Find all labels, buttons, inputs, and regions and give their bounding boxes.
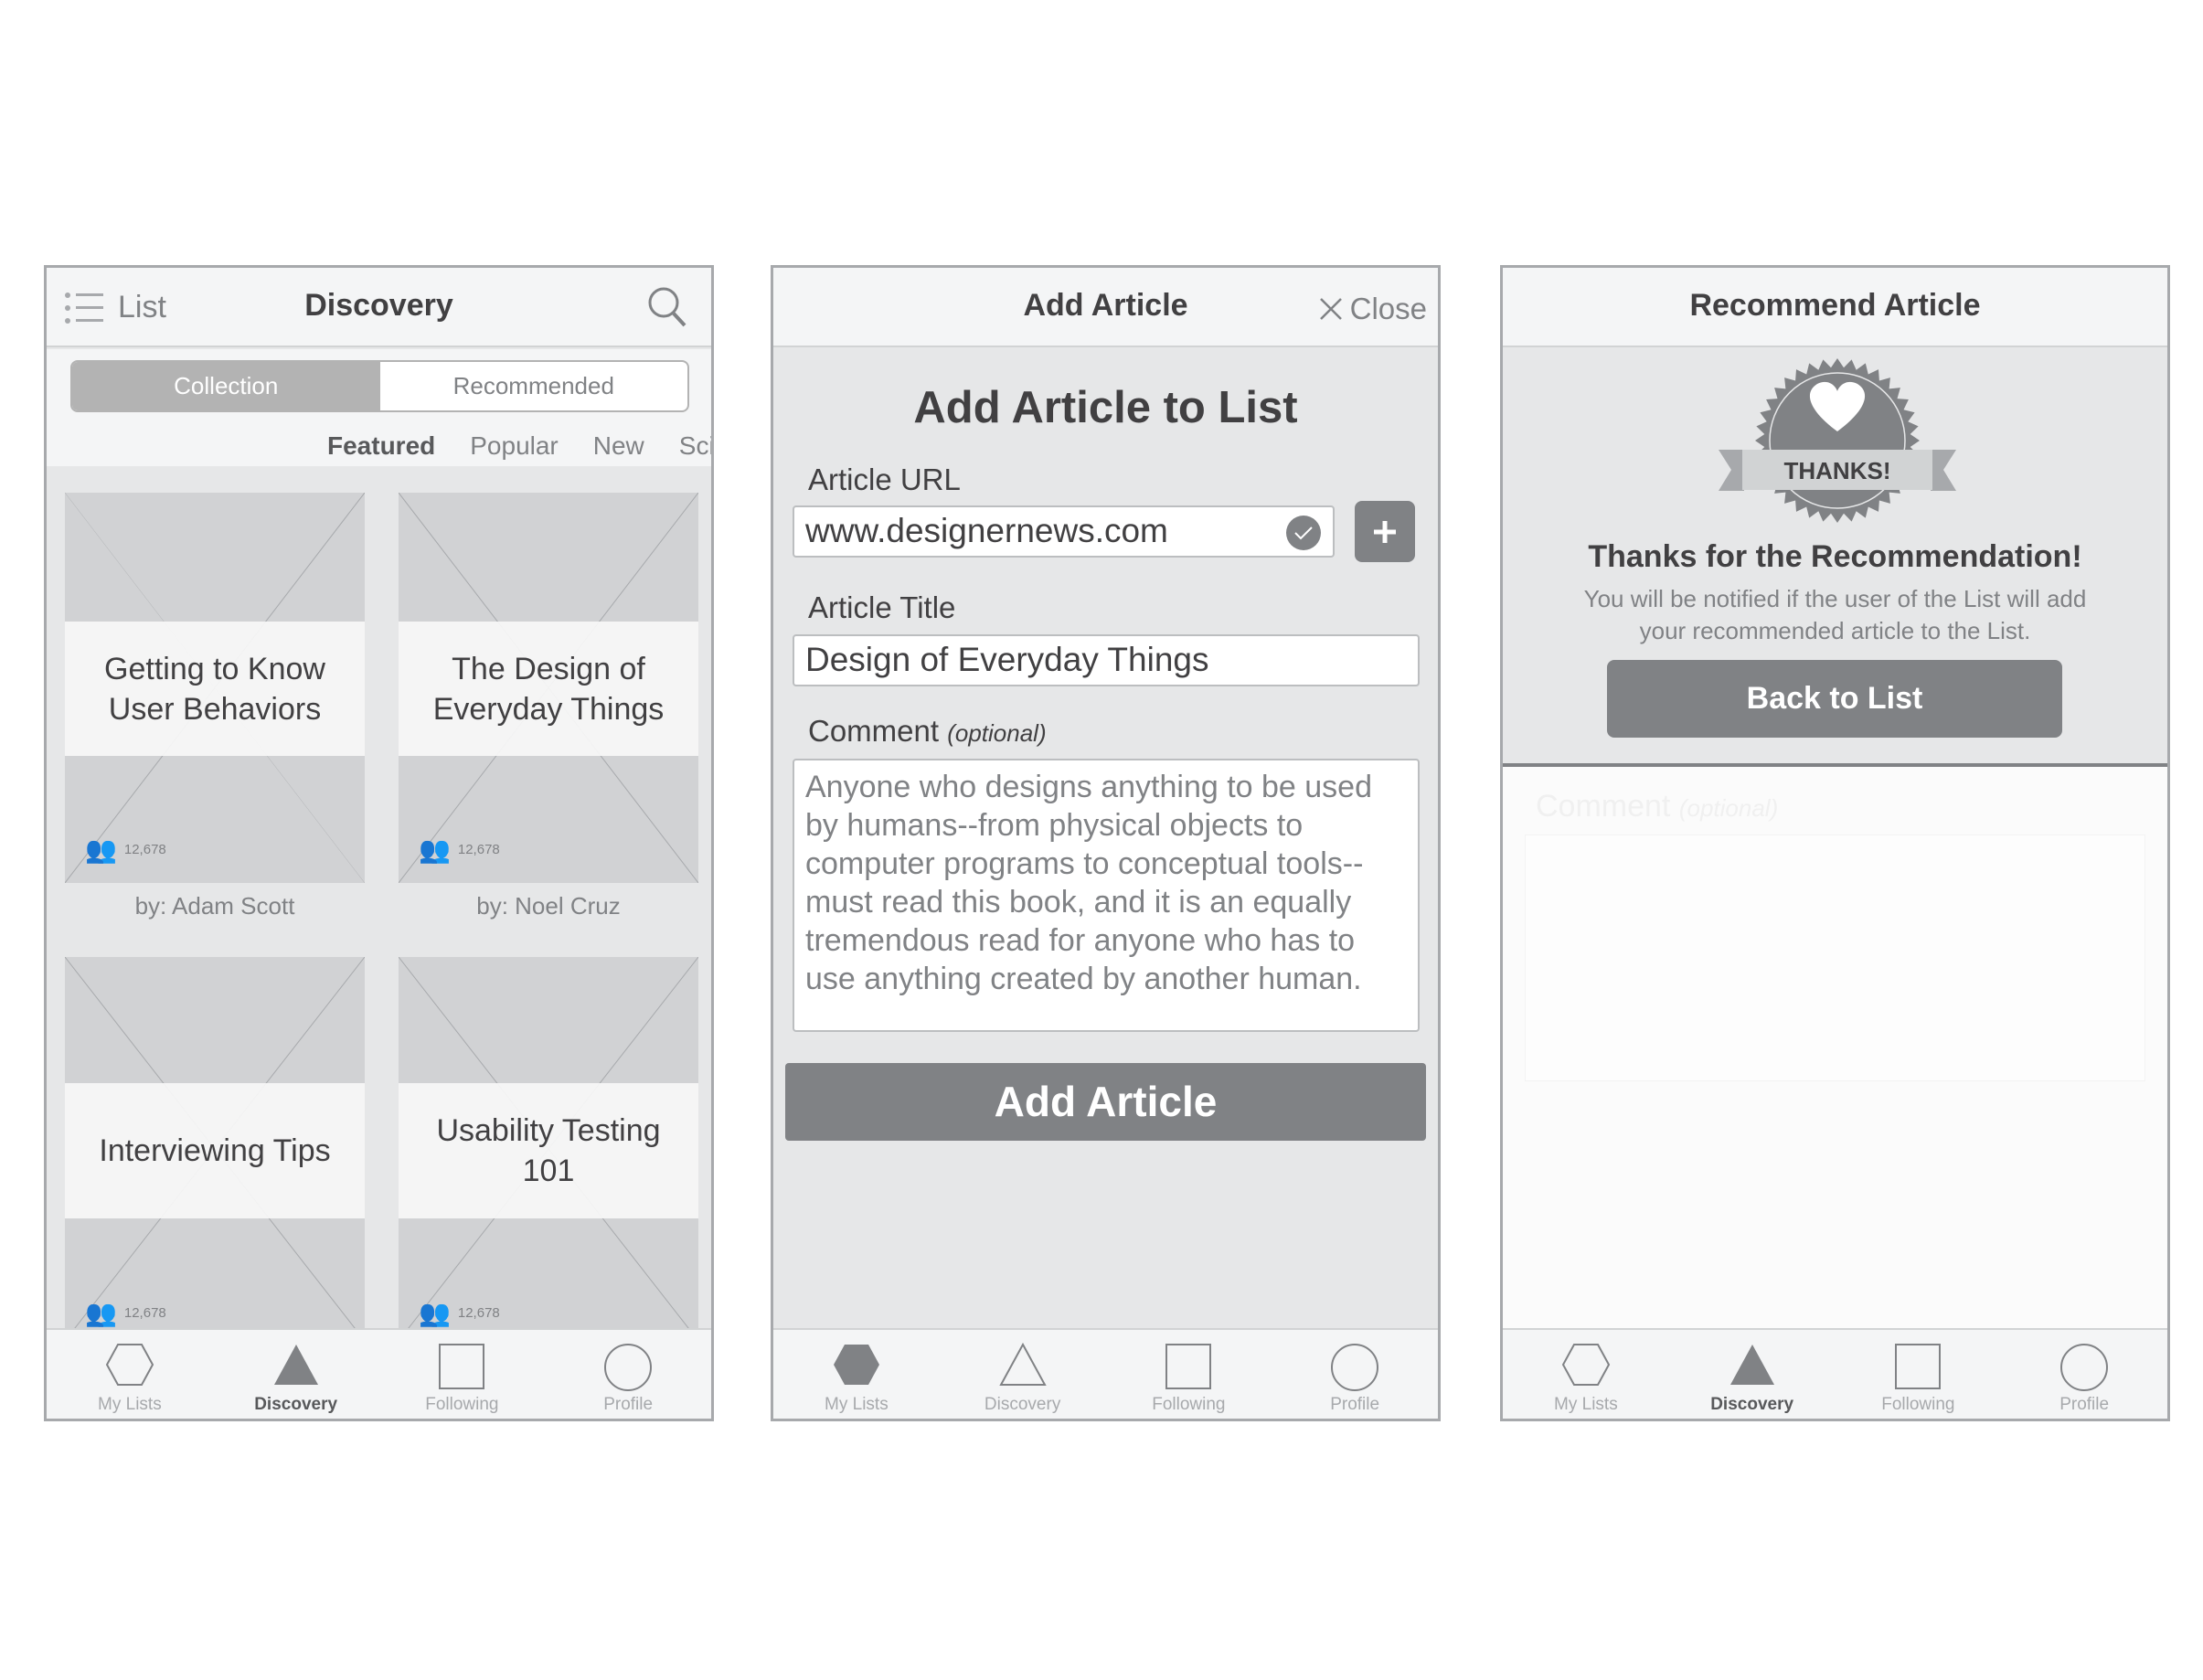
page-title: Recommend Article (1689, 288, 1981, 323)
segment-collection[interactable]: Collection (72, 362, 380, 410)
users-icon: 👥 (85, 1299, 117, 1327)
tab-discovery[interactable]: Discovery (1669, 1330, 1836, 1419)
hexagon-icon (105, 1344, 154, 1386)
users-icon: 👥 (419, 835, 451, 864)
follower-count: 👥 12,678 (85, 835, 166, 864)
tab-profile[interactable]: Profile (1272, 1330, 1438, 1419)
close-button[interactable]: Close (1319, 292, 1427, 326)
discovery-header: List Discovery (47, 268, 711, 347)
tab-bar: My Lists Discovery Following Profile (47, 1328, 711, 1419)
article-card[interactable]: Interviewing Tips 👥 12,678 (65, 957, 365, 1341)
filter-featured[interactable]: Featured (327, 431, 435, 460)
comment-label: Comment (optional) (808, 714, 1047, 748)
recommend-header: Recommend Article (1503, 268, 2167, 347)
triangle-icon (998, 1343, 1047, 1386)
triangle-icon (1729, 1345, 1774, 1385)
add-article-screen: Add Article Close Add Article to List Ar… (771, 265, 1441, 1421)
card-title: Getting to Know User Behaviors (65, 622, 365, 756)
recommend-screen: Recommend Article THANKS! Thanks for the… (1500, 265, 2170, 1421)
title-label: Article Title (808, 590, 956, 624)
url-input[interactable]: www.designernews.com (793, 505, 1335, 558)
filter-popular[interactable]: Popular (470, 431, 559, 460)
add-article-button[interactable]: Add Article (785, 1063, 1426, 1141)
card-title: Usability Testing 101 (399, 1083, 698, 1218)
card-author: by: Adam Scott (134, 892, 295, 920)
title-input[interactable]: Design of Everyday Things (793, 634, 1420, 686)
square-icon (1165, 1344, 1212, 1389)
filter-science[interactable]: Sci (679, 431, 711, 460)
confirmation-panel: THANKS! Thanks for the Recommendation! Y… (1503, 347, 2167, 767)
users-icon: 👥 (419, 1299, 451, 1327)
category-filters: Featured Popular New Sci (327, 431, 711, 461)
tab-my-lists[interactable]: My Lists (1503, 1330, 1669, 1419)
page-title: Discovery (304, 288, 453, 323)
search-icon[interactable] (647, 286, 687, 328)
ghost-textarea (1525, 835, 2145, 1081)
follower-count: 👥 12,678 (85, 1299, 166, 1327)
confirmation-body: You will be notified if the user of the … (1583, 585, 2087, 644)
article-grid: Getting to Know User Behaviors 👥 12,678 b… (47, 466, 711, 1341)
svg-text:THANKS!: THANKS! (1784, 457, 1891, 484)
tab-my-lists[interactable]: My Lists (47, 1330, 213, 1419)
square-icon (439, 1344, 485, 1389)
tab-profile[interactable]: Profile (2001, 1330, 2167, 1419)
tab-following[interactable]: Following (379, 1330, 546, 1419)
add-url-button[interactable] (1355, 501, 1415, 562)
close-icon (1319, 298, 1342, 320)
circle-icon (604, 1344, 653, 1391)
discovery-screen: List Discovery Collection Recommended Fe… (44, 265, 714, 1421)
users-icon: 👥 (85, 835, 117, 864)
triangle-icon (273, 1345, 318, 1385)
back-to-list-button[interactable]: Back to List (1607, 660, 2062, 738)
tab-bar: My Lists Discovery Following Profile (1503, 1328, 2167, 1419)
thanks-badge-icon: THANKS! (1719, 358, 1956, 523)
card-title: The Design of Everyday Things (399, 622, 698, 756)
tab-bar: My Lists Discovery Following Profile (773, 1328, 1438, 1419)
tab-discovery[interactable]: Discovery (940, 1330, 1106, 1419)
square-icon (1895, 1344, 1942, 1389)
url-label: Article URL (808, 463, 961, 496)
card-title: Interviewing Tips (65, 1083, 365, 1218)
filter-area: Collection Recommended Featured Popular Ne… (47, 349, 711, 466)
form-heading: Add Article to List (913, 383, 1298, 432)
tab-following[interactable]: Following (1106, 1330, 1272, 1419)
tab-my-lists[interactable]: My Lists (773, 1330, 940, 1419)
check-icon (1286, 516, 1321, 550)
filter-new[interactable]: New (593, 431, 644, 460)
circle-icon (2060, 1344, 2109, 1391)
comment-textarea[interactable]: Anyone who designs anything to be used b… (793, 759, 1420, 1032)
plus-icon (1374, 521, 1396, 543)
follower-count: 👥 12,678 (419, 1299, 500, 1327)
circle-icon (1331, 1344, 1379, 1391)
article-card[interactable]: Usability Testing 101 👥 12,678 (399, 957, 698, 1341)
tab-discovery[interactable]: Discovery (213, 1330, 379, 1419)
segment-recommended[interactable]: Recommended (380, 362, 688, 410)
card-author: by: Noel Cruz (476, 892, 621, 920)
tab-profile[interactable]: Profile (545, 1330, 711, 1419)
ghost-comment: Comment (optional) (1536, 789, 1779, 824)
confirmation-heading: Thanks for the Recommendation! (1588, 539, 2082, 574)
hexagon-icon (833, 1345, 879, 1385)
follower-count: 👥 12,678 (419, 835, 500, 864)
tab-following[interactable]: Following (1836, 1330, 2002, 1419)
article-card[interactable]: Getting to Know User Behaviors 👥 12,678 (65, 493, 365, 883)
segmented-control[interactable]: Collection Recommended (70, 360, 689, 412)
article-card[interactable]: The Design of Everyday Things 👥 12,678 (399, 493, 698, 883)
add-article-header: Add Article Close (773, 268, 1438, 347)
hexagon-icon (1561, 1344, 1611, 1386)
